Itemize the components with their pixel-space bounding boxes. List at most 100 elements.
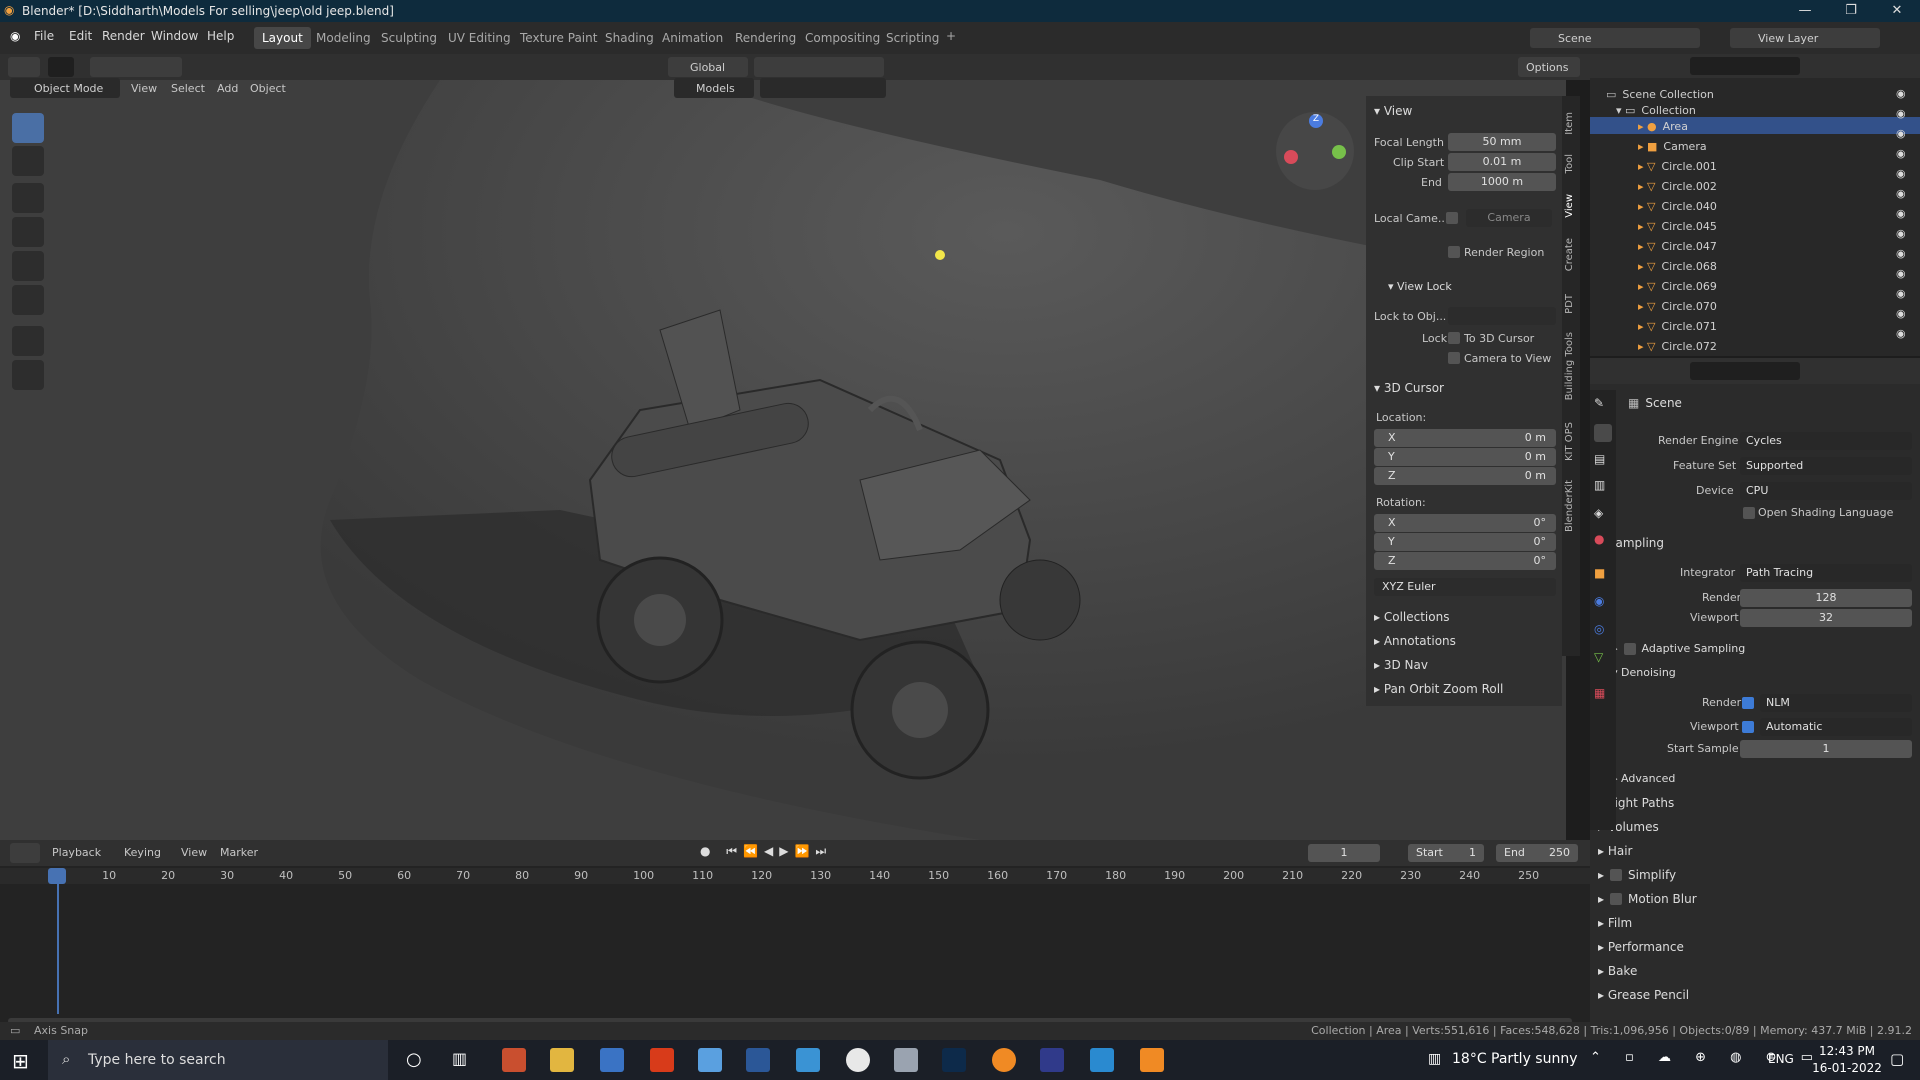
tab-animation[interactable]: Animation bbox=[654, 27, 731, 49]
timeline-menu-marker[interactable]: Marker bbox=[220, 846, 258, 859]
taskbar-search-input[interactable]: ⌕ Type here to search bbox=[48, 1040, 388, 1080]
vtab-pdt[interactable]: PDT bbox=[1564, 294, 1575, 314]
vp-menu-object[interactable]: Object bbox=[250, 82, 286, 95]
bake-header[interactable]: ▸ Bake bbox=[1598, 964, 1637, 978]
texture-tab-icon[interactable]: ▦ bbox=[1594, 686, 1612, 704]
advanced-header[interactable]: ▸ Advanced bbox=[1612, 772, 1675, 785]
lock-to-object-field[interactable] bbox=[1448, 307, 1556, 325]
start-sample-field[interactable]: 1 bbox=[1740, 740, 1912, 758]
scale-tool-icon[interactable] bbox=[12, 251, 44, 281]
vlc-icon[interactable] bbox=[1140, 1048, 1164, 1072]
samples-render-field[interactable]: 128 bbox=[1740, 589, 1912, 607]
3d-cursor-header[interactable]: ▾ 3D Cursor bbox=[1374, 381, 1444, 395]
measure-tool-icon[interactable] bbox=[12, 360, 44, 390]
world-tab-icon[interactable]: ● bbox=[1594, 532, 1612, 550]
feature-set-dropdown[interactable]: Supported bbox=[1740, 457, 1912, 475]
properties-search-input[interactable] bbox=[1690, 362, 1800, 380]
tab-rendering[interactable]: Rendering bbox=[727, 27, 804, 49]
office-icon[interactable] bbox=[650, 1048, 674, 1072]
local-camera-checkbox[interactable] bbox=[1446, 212, 1458, 224]
add-workspace-icon[interactable]: + bbox=[946, 29, 956, 43]
outliner-item[interactable]: ▸ ▽ Circle.040 bbox=[1638, 196, 1717, 216]
store-icon[interactable] bbox=[600, 1048, 624, 1072]
outliner-item[interactable]: ▸ ▽ Circle.068 bbox=[1638, 256, 1717, 276]
3d-viewport[interactable]: Z bbox=[0, 80, 1566, 840]
menu-render[interactable]: Render bbox=[102, 29, 145, 43]
outliner-item[interactable]: ▸ ▽ Circle.045 bbox=[1638, 216, 1717, 236]
vtab-blenderkit[interactable]: BlenderKit bbox=[1564, 480, 1575, 532]
render-engine-dropdown[interactable]: Cycles bbox=[1740, 432, 1912, 450]
clock-date[interactable]: 16-01-2022 bbox=[1812, 1061, 1882, 1075]
app-icon[interactable] bbox=[894, 1048, 918, 1072]
rotation-mode-dropdown[interactable]: XYZ Euler bbox=[1374, 578, 1556, 596]
chrome-icon[interactable] bbox=[846, 1048, 870, 1072]
select-mode-icons[interactable] bbox=[90, 57, 182, 77]
denoise-render-checkbox[interactable] bbox=[1742, 697, 1754, 709]
close-icon[interactable]: ✕ bbox=[1874, 0, 1920, 22]
word-icon[interactable] bbox=[746, 1048, 770, 1072]
photoshop-icon[interactable] bbox=[942, 1048, 966, 1072]
options-dropdown[interactable]: Options bbox=[1518, 57, 1580, 77]
outliner-item[interactable]: ▸ ▽ Circle.047 bbox=[1638, 236, 1717, 256]
samples-viewport-field[interactable]: 32 bbox=[1740, 609, 1912, 627]
annotate-tool-icon[interactable] bbox=[12, 326, 44, 356]
3d-nav-header[interactable]: ▸ 3D Nav bbox=[1374, 658, 1428, 672]
cursor-loc-y[interactable]: Y 0 m bbox=[1374, 448, 1556, 466]
visibility-eye-icons[interactable]: ◉ ◉ ◉ ◉ ◉ ◉ ◉ ◉ ◉ ◉ ◉ ◉ ◉ bbox=[1896, 84, 1912, 354]
timeline-menu-keying[interactable]: Keying bbox=[124, 846, 161, 859]
outliner-item[interactable]: ▸ ▽ Circle.002 bbox=[1638, 176, 1717, 196]
tab-compositing[interactable]: Compositing bbox=[797, 27, 888, 49]
language-indicator[interactable]: ENG bbox=[1768, 1052, 1794, 1066]
integrator-dropdown[interactable]: Path Tracing bbox=[1740, 564, 1912, 582]
collections-header[interactable]: ▸ Collections bbox=[1374, 610, 1449, 624]
osl-checkbox[interactable] bbox=[1743, 507, 1755, 519]
outliner-item[interactable]: ▸ ■ Camera bbox=[1638, 136, 1707, 156]
outliner-search-input[interactable] bbox=[1690, 57, 1800, 75]
blender-taskbar-icon[interactable] bbox=[992, 1048, 1016, 1072]
menu-edit[interactable]: Edit bbox=[69, 29, 92, 43]
app3-icon[interactable] bbox=[1090, 1048, 1114, 1072]
task-view-icon[interactable]: ▥ bbox=[452, 1049, 467, 1068]
device-dropdown[interactable]: CPU bbox=[1740, 482, 1912, 500]
menu-window[interactable]: Window bbox=[151, 29, 198, 43]
vtab-tool[interactable]: Tool bbox=[1564, 154, 1575, 173]
tab-sculpting[interactable]: Sculpting bbox=[373, 27, 445, 49]
denoise-render-dropdown[interactable]: NLM bbox=[1760, 694, 1912, 712]
focal-length-field[interactable]: 50 mm bbox=[1448, 133, 1556, 151]
cursor-rot-z[interactable]: Z 0° bbox=[1374, 552, 1556, 570]
grease-pencil-header[interactable]: ▸ Grease Pencil bbox=[1598, 988, 1689, 1002]
render-region-checkbox[interactable] bbox=[1448, 246, 1460, 258]
vtab-item[interactable]: Item bbox=[1564, 112, 1575, 135]
editor-type-icon[interactable] bbox=[8, 57, 40, 77]
mail-icon[interactable] bbox=[796, 1048, 820, 1072]
vtab-building-tools[interactable]: Building Tools bbox=[1564, 332, 1575, 400]
cursor-tool-icon[interactable] bbox=[12, 146, 44, 176]
view-layer-selector[interactable]: View Layer bbox=[1730, 28, 1880, 48]
models-dropdown[interactable]: Models bbox=[674, 78, 754, 98]
tab-modeling[interactable]: Modeling bbox=[308, 27, 379, 49]
performance-header[interactable]: ▸ Performance bbox=[1598, 940, 1684, 954]
cursor-rot-y[interactable]: Y 0° bbox=[1374, 533, 1556, 551]
light-object[interactable] bbox=[935, 250, 945, 260]
viewport-search-input[interactable] bbox=[760, 78, 886, 98]
denoising-header[interactable]: ▾ Denoising bbox=[1612, 666, 1676, 679]
render-tab-icon[interactable] bbox=[1594, 424, 1612, 442]
app2-icon[interactable] bbox=[1040, 1048, 1064, 1072]
menu-file[interactable]: File bbox=[34, 29, 54, 43]
playback-controls[interactable]: ● ⏮⏪◀▶⏩⏭ bbox=[700, 844, 870, 862]
file-explorer-icon[interactable] bbox=[550, 1048, 574, 1072]
constraint-tab-icon[interactable]: ◎ bbox=[1594, 622, 1612, 640]
denoise-viewport-checkbox[interactable] bbox=[1742, 721, 1754, 733]
vtab-view[interactable]: View bbox=[1564, 194, 1575, 218]
outliner-item[interactable]: ▸ ● Area bbox=[1638, 116, 1688, 136]
motion-blur-header[interactable]: ▸ Motion Blur bbox=[1598, 892, 1697, 906]
select-box-icon[interactable] bbox=[48, 57, 74, 77]
gizmo-z-icon[interactable]: Z bbox=[1309, 114, 1323, 128]
rotate-tool-icon[interactable] bbox=[12, 217, 44, 247]
powerpoint-icon[interactable] bbox=[502, 1048, 526, 1072]
vp-menu-select[interactable]: Select bbox=[171, 82, 205, 95]
data-tab-icon[interactable]: ▽ bbox=[1594, 650, 1612, 668]
cursor-rot-x[interactable]: X 0° bbox=[1374, 514, 1556, 532]
tab-texture-paint[interactable]: Texture Paint bbox=[512, 27, 605, 49]
outliner-item[interactable]: ▸ ▽ Circle.069 bbox=[1638, 276, 1717, 296]
